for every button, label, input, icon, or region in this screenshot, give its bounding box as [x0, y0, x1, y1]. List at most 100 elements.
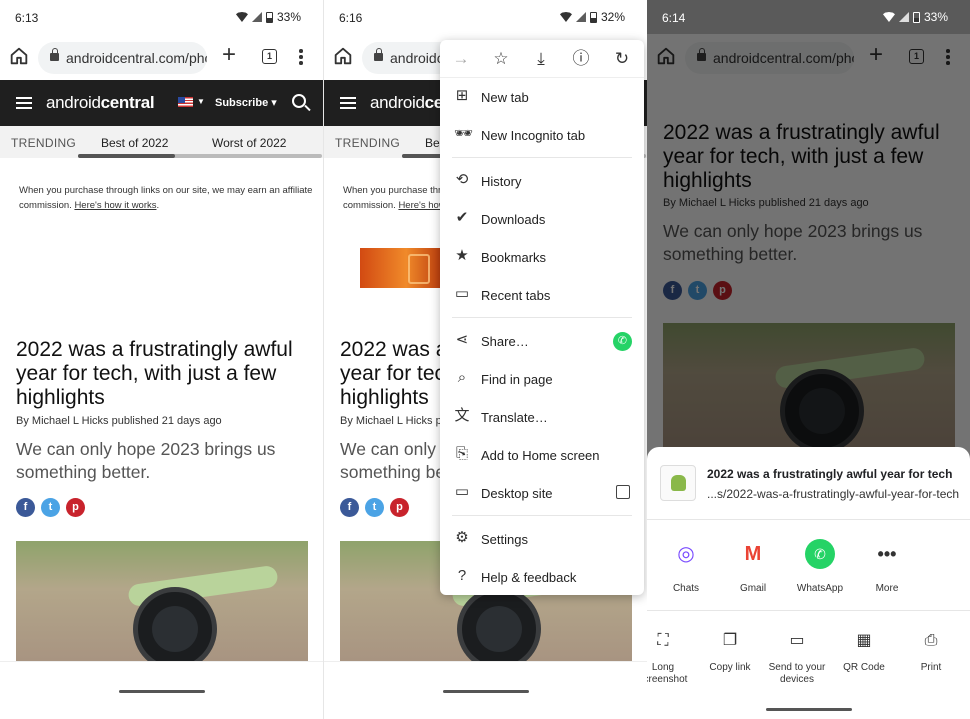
action-print[interactable]: ⎙ Print [899, 632, 963, 674]
lock-icon [697, 48, 706, 61]
overflow-menu-icon[interactable] [299, 49, 303, 65]
gesture-nav-handle[interactable] [118, 690, 205, 693]
article-subhead: We can only hope 2023 brings us somethin… [663, 221, 923, 264]
hamburger-icon[interactable] [16, 97, 32, 109]
address-text: androidcentral.com/pho [713, 50, 854, 66]
wifi-icon [559, 12, 572, 22]
pinterest-icon[interactable]: p [713, 281, 732, 300]
address-bar[interactable]: androidcentral.com/pho [685, 42, 854, 74]
home-icon[interactable] [655, 45, 677, 67]
desktop-site-checkbox[interactable] [616, 485, 630, 499]
middle-phone-screen: 6:16 32% androidcentral.com/pho androidc… [323, 0, 647, 719]
whatsapp-icon[interactable]: ✆ [613, 332, 632, 351]
tab-switcher-icon[interactable]: 1 [909, 49, 924, 64]
menu-icon-row: → ☆ ⤓ ⓘ ↻ [440, 40, 644, 78]
subscribe-button[interactable]: Subscribe ▾ [215, 96, 277, 109]
overflow-menu-icon[interactable] [946, 49, 950, 65]
new-tab-plus-icon[interactable]: + [222, 43, 236, 67]
action-send-to-devices[interactable]: ▭ Send to your devices [765, 632, 829, 686]
menu-item-translate[interactable]: 文 Translate… [440, 400, 644, 434]
menu-item-help[interactable]: ? Help & feedback [440, 560, 644, 594]
menu-item-find-in-page[interactable]: ⌕ Find in page [440, 362, 644, 396]
translate-icon: 文 [454, 407, 470, 424]
menu-item-bookmarks[interactable]: ★ Bookmarks [440, 240, 644, 274]
address-bar[interactable]: androidcentral.com/pho [38, 42, 207, 74]
article-hero-image [16, 541, 308, 661]
status-time: 6:16 [339, 11, 363, 25]
social-share-row: f t p [340, 498, 409, 517]
home-icon[interactable] [8, 45, 30, 67]
tab-best-of-2022[interactable]: Best of 2022 [101, 136, 168, 150]
twitter-icon[interactable]: t [41, 498, 60, 517]
menu-item-incognito[interactable]: 🕶 New Incognito tab [440, 118, 644, 152]
trending-scrollbar[interactable] [78, 154, 322, 158]
download-icon[interactable]: ⤓ [530, 49, 552, 69]
pinterest-icon[interactable]: p [66, 498, 85, 517]
gesture-nav-handle[interactable] [442, 690, 529, 693]
menu-item-new-tab[interactable]: ⊞ New tab [440, 80, 644, 114]
how-it-works-link[interactable]: Here's how it works [74, 200, 156, 211]
battery-percent: 33% [276, 10, 301, 24]
menu-item-downloads[interactable]: ✔ Downloads [440, 202, 644, 236]
battery-icon [912, 11, 920, 23]
info-icon[interactable]: ⓘ [570, 49, 592, 69]
messenger-icon: ◎ [671, 539, 701, 569]
long-screenshot-icon: ⛶ [657, 632, 669, 649]
settings-gear-icon: ⚙ [455, 529, 469, 546]
twitter-icon[interactable]: t [688, 281, 707, 300]
action-copy-link[interactable]: ❐ Copy link [698, 632, 762, 674]
action-long-screenshot[interactable]: ⛶Long screenshot [647, 632, 695, 686]
bottom-bar [324, 661, 647, 701]
us-flag-icon[interactable] [178, 97, 193, 107]
share-app-whatsapp[interactable]: ✆ WhatsApp [787, 539, 853, 594]
battery-percent: 32% [600, 10, 625, 24]
status-bar: 6:14 33% [647, 0, 970, 34]
facebook-icon[interactable]: f [340, 498, 359, 517]
address-text: androidcentral.com/pho [66, 50, 207, 66]
trending-label: TRENDING [11, 136, 77, 150]
pinterest-icon[interactable]: p [390, 498, 409, 517]
share-sheet: 2022 was a frustratingly awful year for … [647, 447, 970, 719]
menu-item-recent-tabs[interactable]: ▭ Recent tabs [440, 278, 644, 312]
twitter-icon[interactable]: t [365, 498, 384, 517]
page-favicon [660, 465, 696, 501]
whatsapp-icon: ✆ [805, 539, 835, 569]
menu-item-desktop-site[interactable]: ▭ Desktop site [440, 476, 644, 510]
home-icon[interactable] [332, 45, 354, 67]
ad-banner-image[interactable] [360, 248, 444, 288]
search-icon[interactable] [292, 94, 306, 108]
menu-item-settings[interactable]: ⚙ Settings [440, 522, 644, 556]
action-qr-code[interactable]: ▦ QR Code [832, 632, 896, 674]
author-link[interactable]: Michael L Hicks [32, 415, 109, 427]
new-tab-icon: ⊞ [455, 87, 469, 104]
facebook-icon[interactable]: f [16, 498, 35, 517]
new-tab-plus-icon[interactable]: + [869, 43, 883, 67]
hamburger-icon[interactable] [340, 97, 356, 109]
signal-icon [251, 12, 262, 22]
tab-worst-of-2022[interactable]: Worst of 2022 [212, 136, 286, 150]
menu-item-share[interactable]: ⋖ Share… ✆ [440, 324, 644, 358]
share-icon: ⋖ [455, 331, 469, 348]
qr-code-icon: ▦ [856, 632, 872, 649]
menu-item-history[interactable]: ⟲ History [440, 164, 644, 198]
share-app-gmail[interactable]: M Gmail [720, 539, 786, 594]
devices-icon: ▭ [789, 632, 805, 649]
signal-icon [898, 12, 909, 22]
article-headline: 2022 was a frustratingly awful year for … [663, 121, 940, 192]
facebook-icon[interactable]: f [663, 281, 682, 300]
refresh-icon[interactable]: ↻ [611, 49, 633, 69]
print-icon: ⎙ [924, 632, 938, 649]
site-logo[interactable]: androidcentral [46, 93, 155, 113]
article-hero-image [663, 323, 955, 447]
tab-switcher-icon[interactable]: 1 [262, 49, 277, 64]
browser-toolbar: androidcentral.com/pho + 1 [0, 34, 323, 80]
forward-icon[interactable]: → [450, 49, 472, 69]
menu-item-add-to-home[interactable]: ⎘ Add to Home screen [440, 438, 644, 472]
gesture-nav-handle[interactable] [765, 708, 852, 711]
wifi-icon [235, 12, 248, 22]
social-share-row: f t p [16, 498, 85, 517]
share-app-chats[interactable]: ◎ Chats [653, 539, 719, 594]
star-icon[interactable]: ☆ [490, 49, 512, 69]
wifi-icon [882, 12, 895, 22]
share-app-more[interactable]: ••• More [854, 539, 920, 594]
